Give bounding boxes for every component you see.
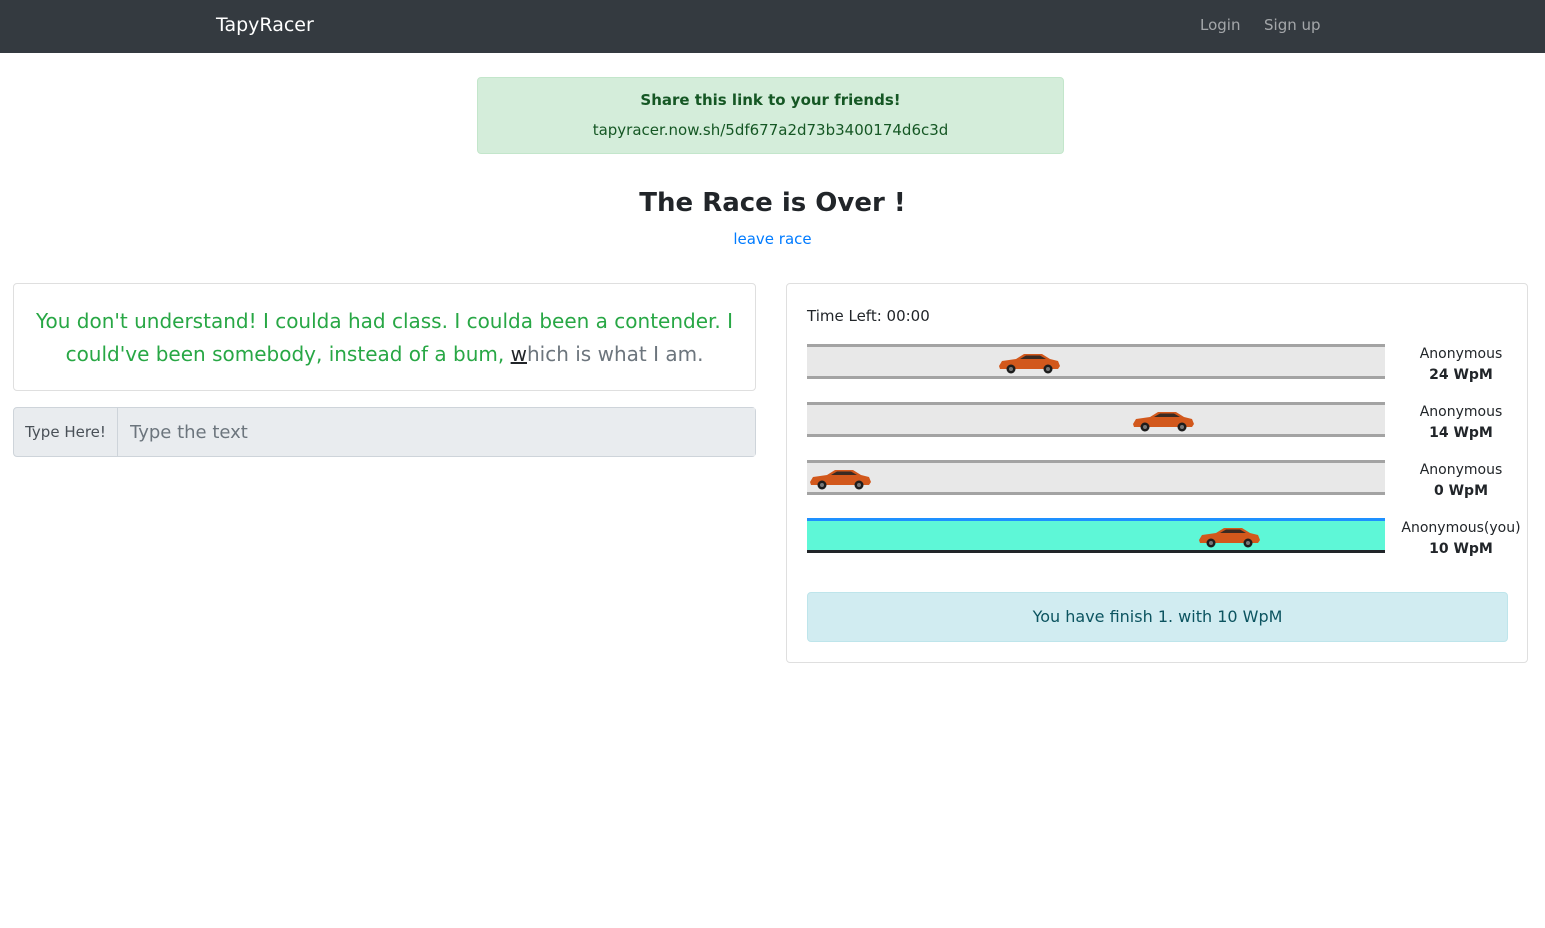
racer-info-you: Anonymous(you) 10 WpM — [1395, 518, 1527, 560]
signup-link[interactable]: Sign up — [1264, 15, 1321, 35]
race-track — [807, 402, 1385, 437]
current-char: w — [510, 342, 527, 366]
race-car-icon — [810, 470, 871, 490]
share-link[interactable]: tapyracer.now.sh/5df677a2d73b3400174d6c3… — [478, 120, 1063, 140]
race-track — [807, 344, 1385, 379]
racer-name: Anonymous — [1419, 404, 1503, 420]
race-text: You don't understand! I coulda had class… — [34, 305, 735, 371]
racer-name: Anonymous — [1419, 462, 1503, 478]
racer-name: Anonymous — [1419, 346, 1503, 362]
share-alert: Share this link to your friends! tapyrac… — [477, 77, 1064, 154]
race-track-card: Time Left: 00:00 Anonymous 24 WpM Anonym… — [786, 283, 1528, 663]
type-input[interactable] — [118, 408, 755, 456]
race-track-you — [807, 518, 1385, 553]
login-link[interactable]: Login — [1200, 15, 1240, 35]
racer-wpm: 10 WpM — [1429, 541, 1493, 557]
race-result-alert: You have finish 1. with 10 WpM — [807, 592, 1508, 642]
type-here-label: Type Here! — [14, 408, 118, 456]
navbar: TapyRacer Login Sign up — [0, 0, 1545, 53]
leave-race-link[interactable]: leave race — [733, 230, 811, 248]
race-status-heading: The Race is Over ! — [639, 188, 906, 218]
racer-name: Anonymous(you) — [1401, 520, 1521, 536]
race-text-card: You don't understand! I coulda had class… — [13, 283, 756, 391]
race-car-icon — [1133, 412, 1194, 432]
racer-info: Anonymous 14 WpM — [1395, 402, 1527, 444]
racer-wpm: 14 WpM — [1429, 425, 1493, 441]
racer-wpm: 24 WpM — [1429, 367, 1493, 383]
racer-wpm: 0 WpM — [1433, 483, 1488, 499]
leave-race-wrapper: leave race — [0, 229, 1545, 249]
race-car-icon — [1199, 528, 1260, 548]
type-input-group: Type Here! — [13, 407, 756, 457]
race-track — [807, 460, 1385, 495]
share-title: Share this link to your friends! — [640, 91, 901, 109]
brand-logo[interactable]: TapyRacer — [216, 12, 314, 38]
racer-info: Anonymous 0 WpM — [1395, 460, 1527, 502]
race-car-icon — [999, 354, 1060, 374]
racer-info: Anonymous 24 WpM — [1395, 344, 1527, 386]
remaining-text: hich is what I am. — [526, 342, 704, 366]
time-left: Time Left: 00:00 — [807, 307, 930, 325]
